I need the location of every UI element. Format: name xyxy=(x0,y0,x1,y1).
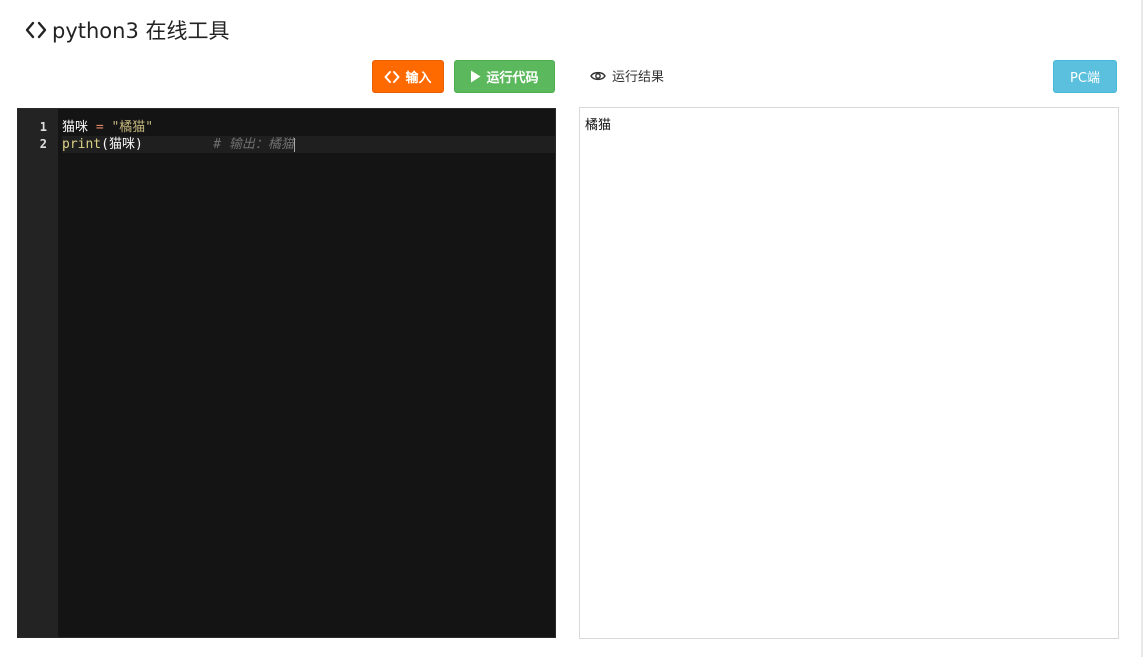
page-title-text: python3 在线工具 xyxy=(52,19,230,43)
code-padding xyxy=(143,137,213,152)
code-comment: # 输出：橘猫 xyxy=(213,137,294,152)
page: python3 在线工具 输入 运行代码 运行结果 PC端 1 2 猫咪 = "… xyxy=(0,0,1143,657)
code-brackets-icon xyxy=(384,70,400,83)
run-result-label: 运行结果 xyxy=(590,66,664,85)
run-result-text: 运行结果 xyxy=(612,70,665,85)
run-code-button[interactable]: 运行代码 xyxy=(454,60,555,93)
output-text: 橘猫 xyxy=(585,118,612,133)
pc-mode-button-label: PC端 xyxy=(1070,71,1100,86)
play-icon xyxy=(471,70,481,83)
code-line-active[interactable]: print(猫咪) # 输出：橘猫 xyxy=(62,136,555,153)
code-string: "橘猫" xyxy=(111,120,154,135)
code-args: (猫咪) xyxy=(101,137,143,152)
page-title: python3 在线工具 xyxy=(24,14,230,46)
line-number: 1 xyxy=(39,120,47,134)
code-editor[interactable]: 1 2 猫咪 = "橘猫" print(猫咪) # 输出：橘猫 xyxy=(17,108,556,638)
run-code-button-label: 运行代码 xyxy=(486,71,539,86)
code-line[interactable]: 猫咪 = "橘猫" xyxy=(62,119,555,136)
code-operator: = xyxy=(95,120,104,135)
code-variable: 猫咪 xyxy=(62,120,96,135)
line-number-gutter: 1 2 xyxy=(18,109,58,637)
code-brackets-icon xyxy=(24,20,48,40)
line-number: 2 xyxy=(39,137,47,151)
eye-icon xyxy=(590,71,606,80)
input-button[interactable]: 输入 xyxy=(372,60,444,93)
code-function: print xyxy=(62,137,102,152)
input-button-label: 输入 xyxy=(405,71,432,86)
pc-mode-button[interactable]: PC端 xyxy=(1053,60,1117,93)
output-panel: 橘猫 xyxy=(579,107,1119,639)
text-cursor xyxy=(293,137,295,152)
